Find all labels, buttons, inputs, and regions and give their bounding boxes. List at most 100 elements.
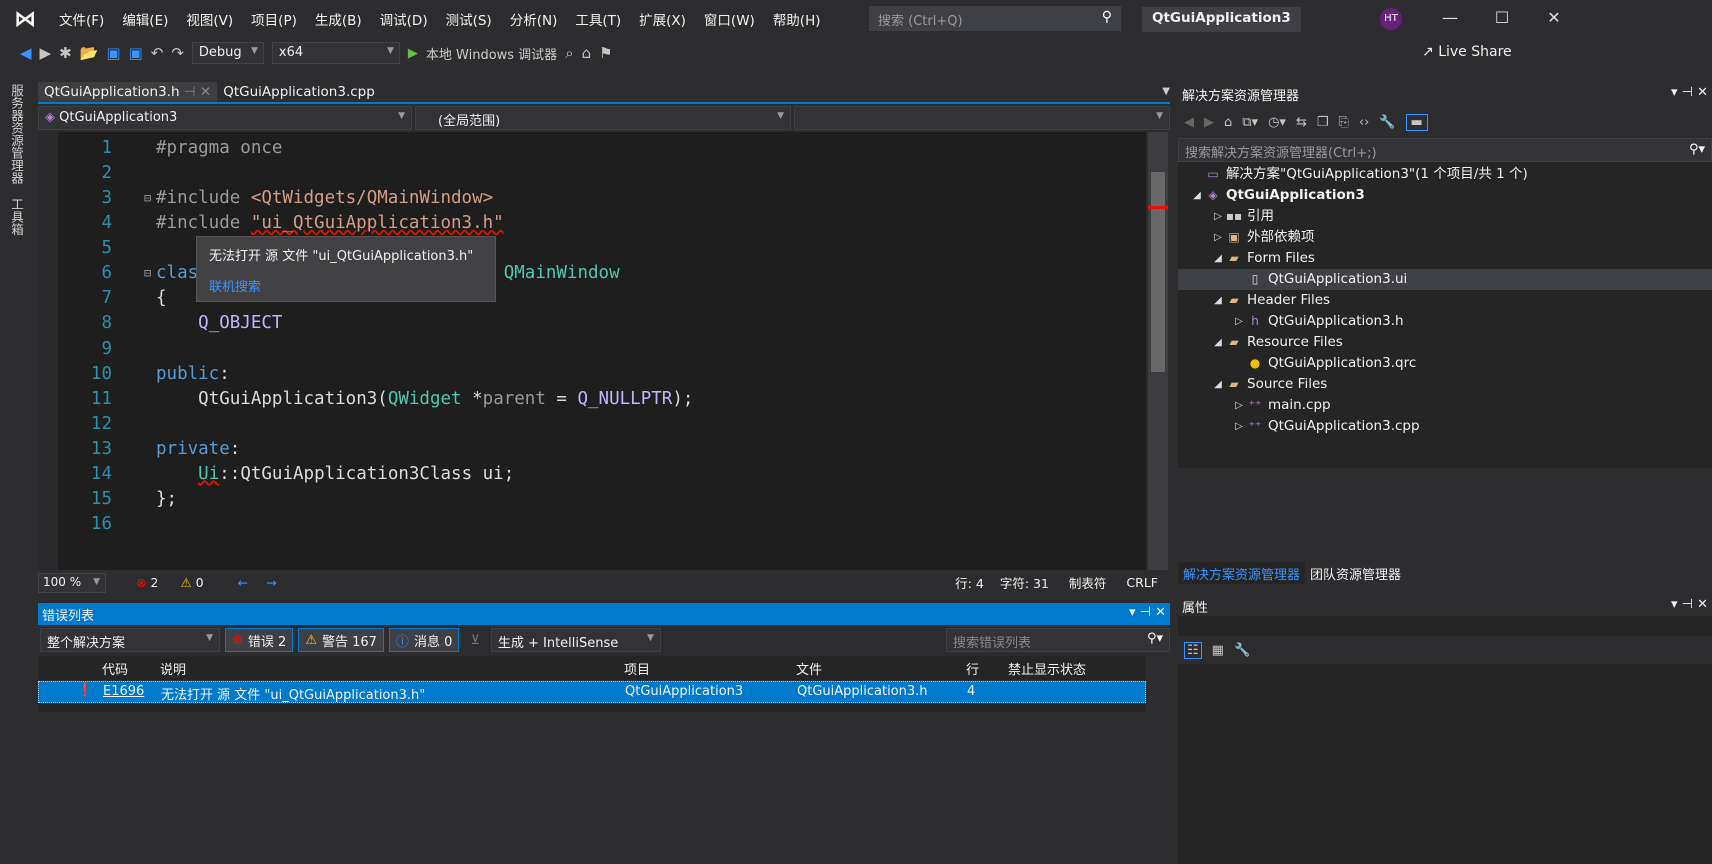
menu-item[interactable]: 项目(P) [242, 9, 306, 29]
save-icon[interactable]: ▣ [106, 44, 120, 62]
expand-arrow-icon[interactable]: ◢ [1211, 290, 1225, 311]
find-icon[interactable]: ⌕ [565, 44, 573, 62]
project-dropdown[interactable]: ◈ QtGuiApplication3 ▼ [38, 106, 412, 130]
bookmark-icon[interactable]: ⚑ [599, 44, 612, 62]
scope-dropdown[interactable]: (全局范围) ▼ [415, 106, 791, 130]
prev-issue-icon[interactable]: ← [238, 575, 248, 590]
tab-overflow-icon[interactable]: ▼ [1162, 82, 1170, 102]
home-icon[interactable]: ⌂ [1224, 115, 1232, 130]
tree-item[interactable]: ▷ h QtGuiApplication3.h [1178, 311, 1712, 332]
col-description[interactable]: 说明 [160, 659, 186, 678]
undo-icon[interactable]: ↶ [151, 44, 164, 62]
tab-solution-explorer[interactable]: 解决方案资源管理器 [1178, 562, 1306, 584]
expand-arrow-icon[interactable]: ▷ [1232, 395, 1246, 416]
menu-item[interactable]: 窗口(W) [695, 9, 764, 29]
code-editor[interactable]: 1 #pragma once 2 3 ⊟ #include <QtWidgets/QMai… [38, 132, 1146, 570]
solution-search-input[interactable]: 搜索解决方案资源管理器(Ctrl+;) ⚲▾ [1178, 138, 1712, 162]
tab-header-file[interactable]: QtGuiApplication3.h ⊣ ✕ [38, 82, 218, 102]
scrollbar-thumb[interactable] [1151, 172, 1165, 372]
expand-arrow-icon[interactable]: ▷ [1211, 227, 1225, 248]
toolbox-tab[interactable]: 工具箱 [7, 198, 26, 236]
source-filter-dropdown[interactable]: 生成 + IntelliSense ▼ [490, 628, 661, 652]
play-icon[interactable]: ▶ [408, 46, 418, 61]
switch-views-icon[interactable]: ⧉▾ [1242, 115, 1258, 130]
preview-icon[interactable]: ▬ [1405, 113, 1428, 131]
forward-icon[interactable]: ▶ [40, 44, 52, 62]
col-line[interactable]: 行 [966, 659, 979, 678]
tree-item[interactable]: ◢ ▰ Form Files [1178, 248, 1712, 269]
tree-item[interactable]: ◢ ▰ Source Files [1178, 374, 1712, 395]
open-icon[interactable]: 📂 [80, 44, 99, 62]
show-all-files-icon[interactable]: ⎘ [1339, 115, 1349, 130]
maximize-icon[interactable]: ☐ [1492, 8, 1512, 27]
tree-item[interactable]: ▷ ⁺⁺ QtGuiApplication3.cpp [1178, 416, 1712, 437]
tree-item[interactable]: ▯ QtGuiApplication3.ui [1178, 269, 1712, 290]
tree-item[interactable]: ◢ ▰ Header Files [1178, 290, 1712, 311]
online-search-link[interactable]: 联机搜索 [209, 276, 483, 295]
view-code-icon[interactable]: ‹› [1359, 115, 1369, 130]
menu-item[interactable]: 分析(N) [501, 9, 567, 29]
next-issue-icon[interactable]: → [266, 575, 276, 590]
close-tab-icon[interactable]: ✕ [200, 84, 211, 100]
properties-icon[interactable]: 🔧 [1379, 115, 1395, 130]
run-debugger-button[interactable]: 本地 Windows 调试器 [426, 44, 557, 63]
save-all-icon[interactable]: ▣ [129, 44, 143, 62]
back-icon[interactable]: ◀ [1184, 115, 1194, 130]
col-code[interactable]: 代码 [102, 659, 128, 678]
tree-item[interactable]: ▷ ▪▪ 引用 [1178, 206, 1712, 227]
collapse-all-icon[interactable]: ❐ [1317, 115, 1329, 130]
col-project[interactable]: 项目 [624, 659, 650, 678]
warning-icon[interactable]: ⚠ [180, 575, 191, 590]
tab-cpp-file[interactable]: QtGuiApplication3.cpp [217, 82, 381, 102]
eol-indicator[interactable]: CRLF [1126, 575, 1158, 590]
platform-dropdown[interactable]: x64 ▼ [271, 42, 400, 64]
panel-controls[interactable]: ▾ ⊣ ✕ [1671, 85, 1708, 101]
expand-arrow-icon[interactable]: ▷ [1232, 416, 1246, 437]
fold-toggle-icon[interactable]: ⊟ [144, 261, 151, 286]
warnings-filter-button[interactable]: ⚠ 警告 167 [298, 628, 384, 652]
tree-item[interactable]: ▷ ⁺⁺ main.cpp [1178, 395, 1712, 416]
expand-arrow-icon[interactable]: ▷ [1211, 206, 1225, 227]
messages-filter-button[interactable]: ⓘ 消息 0 [388, 628, 460, 652]
tree-item[interactable]: ◢ ◈ QtGuiApplication3 [1178, 185, 1712, 206]
live-share-button[interactable]: ↗ Live Share [1422, 44, 1512, 60]
zoom-dropdown[interactable]: 100 % ▼ [38, 572, 106, 593]
menu-item[interactable]: 编辑(E) [113, 9, 177, 29]
expand-arrow-icon[interactable]: ▷ [1232, 311, 1246, 332]
close-icon[interactable]: ✕ [1544, 8, 1564, 27]
scope-filter-dropdown[interactable]: 整个解决方案 ▼ [40, 628, 220, 652]
error-search-input[interactable]: 搜索错误列表 ⚲▾ [946, 628, 1170, 652]
sync-icon[interactable]: ⇆ [1296, 115, 1307, 130]
error-icon[interactable]: ⊗ [136, 575, 146, 590]
expand-arrow-icon[interactable]: ◢ [1211, 374, 1225, 395]
wrench-icon[interactable]: 🔧 [1234, 643, 1250, 658]
menu-item[interactable]: 测试(S) [437, 9, 501, 29]
pending-changes-icon[interactable]: ◷▾ [1268, 115, 1286, 130]
expand-arrow-icon[interactable]: ◢ [1190, 185, 1204, 206]
property-pages-icon[interactable]: ▦ [1212, 643, 1224, 658]
member-dropdown[interactable]: ▼ [794, 106, 1170, 130]
table-row[interactable]: ❗ E1696 无法打开 源 文件 "ui_QtGuiApplication3.… [38, 681, 1146, 703]
minimize-icon[interactable]: — [1440, 8, 1460, 27]
col-suppression[interactable]: 禁止显示状态 [1008, 659, 1086, 678]
expand-arrow-icon[interactable]: ◢ [1211, 248, 1225, 269]
tree-item[interactable]: ▷ ▣ 外部依赖项 [1178, 227, 1712, 248]
error-code-link[interactable]: E1696 [103, 684, 144, 699]
new-item-icon[interactable]: ✱ [59, 44, 72, 62]
menu-item[interactable]: 视图(V) [177, 9, 242, 29]
panel-controls[interactable]: ▾ ⊣ ✕ [1129, 605, 1166, 620]
menu-item[interactable]: 工具(T) [566, 9, 630, 29]
categorized-icon[interactable]: ☷ [1184, 641, 1202, 659]
tabs-indicator[interactable]: 制表符 [1069, 573, 1107, 592]
config-dropdown[interactable]: Debug ▼ [191, 42, 264, 64]
tab-team-explorer[interactable]: 团队资源管理器 [1305, 562, 1406, 584]
avatar[interactable]: HT [1380, 8, 1402, 30]
editor-scrollbar[interactable] [1148, 132, 1168, 570]
menu-item[interactable]: 帮助(H) [764, 9, 830, 29]
menu-item[interactable]: 生成(B) [306, 9, 371, 29]
server-explorer-tab[interactable]: 服务器资源管理器 [7, 84, 26, 184]
tree-item[interactable]: ▭ 解决方案"QtGuiApplication3"(1 个项目/共 1 个) [1178, 164, 1712, 185]
panel-controls[interactable]: ▾ ⊣ ✕ [1671, 597, 1708, 613]
expand-arrow-icon[interactable]: ◢ [1211, 332, 1225, 353]
redo-icon[interactable]: ↷ [171, 44, 184, 62]
